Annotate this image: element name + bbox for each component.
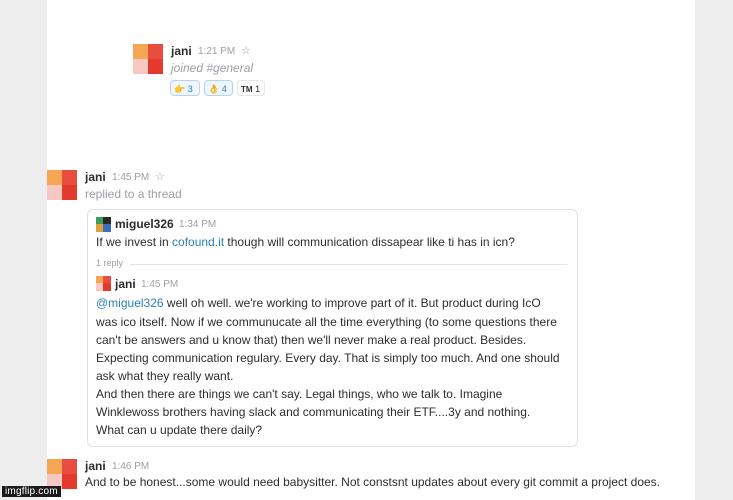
thread-parent-message: If we invest in cofound.it though will c… xyxy=(96,233,515,251)
thread-reply-line: @miguel326 well oh well. we're working t… xyxy=(96,294,541,312)
thread-reply-line: can't be answers and u know that) then w… xyxy=(96,333,527,347)
avatar[interactable] xyxy=(96,217,111,232)
avatar[interactable] xyxy=(47,459,77,489)
message-text: well oh well. we're working to improve p… xyxy=(163,296,541,310)
star-icon[interactable]: ☆ xyxy=(155,170,165,183)
timestamp[interactable]: 1:34 PM xyxy=(179,219,216,230)
reaction-count: 3 xyxy=(187,84,193,94)
reaction-pointing-hand[interactable]: 👉 3 xyxy=(170,80,200,96)
message-text: though will communication dissapear like… xyxy=(224,235,515,249)
cofound-link[interactable]: cofound.it xyxy=(172,235,224,249)
avatar[interactable] xyxy=(47,170,77,200)
reaction-count: 1 xyxy=(255,84,261,94)
timestamp[interactable]: 1:46 PM xyxy=(112,461,149,472)
thread-reply-line: Expecting communication regulary. Every … xyxy=(96,351,560,365)
trademark-icon: TM xyxy=(241,85,253,94)
timestamp[interactable]: 1:45 PM xyxy=(141,279,178,290)
username[interactable]: jani xyxy=(85,459,106,473)
thread-reply-line: And then there are things we can't say. … xyxy=(96,387,503,401)
username[interactable]: miguel326 xyxy=(115,217,174,231)
thread-reply-line: was ico itself. Now if we communucate al… xyxy=(96,315,557,329)
joined-channel-text: joined #general xyxy=(171,61,254,75)
username[interactable]: jani xyxy=(115,277,136,291)
reply-count[interactable]: 1 reply xyxy=(96,258,123,268)
thread-reply-line: What can u update there daily? xyxy=(96,423,263,437)
message-text: And to be honest...some would need babys… xyxy=(85,475,660,489)
username[interactable]: jani xyxy=(85,170,106,184)
message-text: If we invest in xyxy=(96,235,173,249)
pointing-hand-icon: 👉 xyxy=(174,84,186,94)
watermark: imgflip.com xyxy=(2,486,61,497)
timestamp[interactable]: 1:45 PM xyxy=(112,172,149,183)
avatar[interactable] xyxy=(96,276,111,291)
ok-hand-icon: 👌 xyxy=(208,84,220,94)
avatar[interactable] xyxy=(133,44,163,74)
user-mention[interactable]: @miguel326 xyxy=(96,296,164,310)
thread-reply-line: ask what they really want. xyxy=(96,369,234,383)
reaction-count: 4 xyxy=(221,84,227,94)
star-icon[interactable]: ☆ xyxy=(241,44,251,57)
timestamp[interactable]: 1:21 PM xyxy=(198,46,235,57)
reaction-ok-hand[interactable]: 👌 4 xyxy=(204,80,233,96)
divider xyxy=(130,264,567,265)
replied-thread-text[interactable]: replied to a thread xyxy=(85,187,182,201)
reaction-trademark[interactable]: TM 1 xyxy=(237,80,265,96)
thread-reply-line: Winklewoss brothers having slack and com… xyxy=(96,405,531,419)
username[interactable]: jani xyxy=(171,44,192,58)
